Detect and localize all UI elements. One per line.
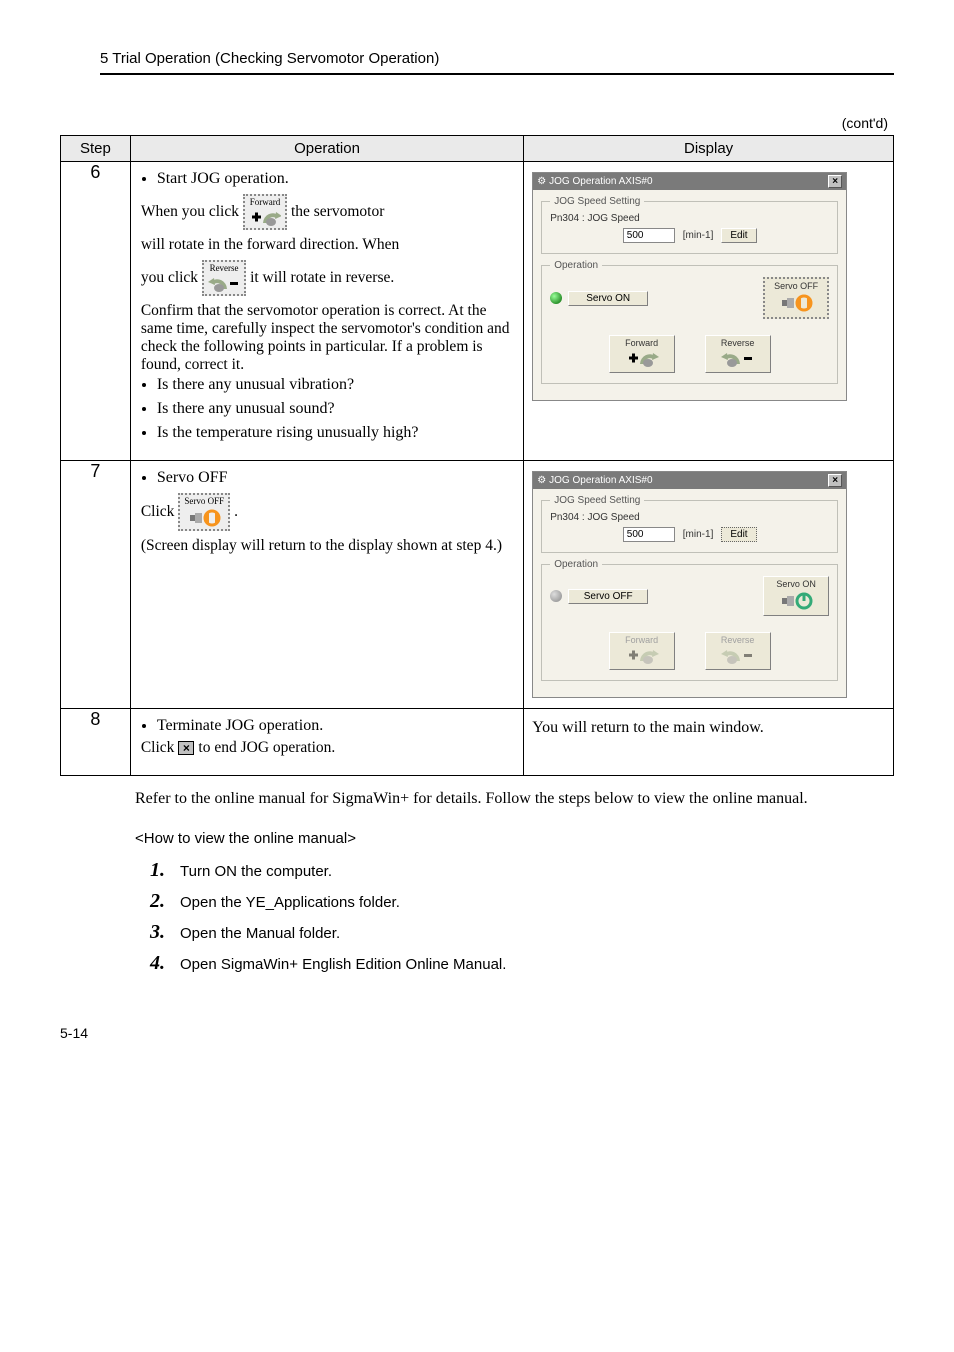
howto-step: Open the YE_Applications folder. [150,890,894,913]
text-fragment: to end JOG operation. [198,739,335,757]
text-fragment: When you click [141,203,239,221]
reverse-button[interactable]: Reverse [705,335,771,373]
op-bullet: Servo OFF [157,469,513,487]
chapter-header: 5 Trial Operation (Checking Servomotor O… [100,50,894,75]
window-title: JOG Operation AXIS#0 [549,176,652,187]
op-paragraph: Confirm that the servomotor operation is… [141,302,513,374]
operation-cell: Servo OFF Click Servo OFF . [130,461,523,709]
text-fragment: . [234,503,238,521]
forward-button-icon: Forward [243,194,287,230]
reverse-label: Reverse [710,635,766,645]
display-text: You will return to the main window. [524,709,894,776]
forward-label: Forward [614,338,670,348]
servo-status-button[interactable]: Servo ON [568,291,648,306]
howto-steps: Turn ON the computer. Open the YE_Applic… [150,859,894,975]
howto-step: Turn ON the computer. [150,859,894,882]
jog-speed-input[interactable] [623,527,675,542]
servo-on-label: Servo ON [768,579,824,589]
jog-window-servo-off: ⚙JOG Operation AXIS#0 × JOG Speed Settin… [532,471,847,698]
app-icon: ⚙ [537,176,546,187]
display-cell: ⚙JOG Operation AXIS#0 × JOG Speed Settin… [524,162,894,461]
edit-button[interactable]: Edit [721,228,756,243]
group-label: Operation [550,260,602,271]
step-text: Open SigmaWin+ English Edition Online Ma… [180,956,506,973]
text-fragment: Click [141,503,175,521]
servo-off-label: Servo OFF [184,497,224,506]
group-label: JOG Speed Setting [550,196,644,207]
step-number: 7 [61,461,131,709]
unit-label: [min-1] [683,230,714,241]
reverse-label: Reverse [710,338,766,348]
text-fragment: (Screen display will return to the displ… [141,537,513,555]
reverse-button-disabled: Reverse [705,632,771,670]
text-fragment: you click [141,269,198,287]
col-display: Display [524,136,894,162]
app-icon: ⚙ [537,475,546,486]
footer-paragraph: Refer to the online manual for SigmaWin+… [135,790,884,808]
reverse-button-icon: Reverse [202,260,246,296]
forward-label: Forward [614,635,670,645]
forward-label: Forward [249,198,281,207]
step-number: 6 [61,162,131,461]
close-icon[interactable]: × [828,474,842,487]
servo-off-label: Servo OFF [769,281,823,291]
reverse-label: Reverse [208,264,240,273]
close-icon[interactable]: × [828,175,842,188]
servo-on-button[interactable]: Servo ON [763,576,829,616]
step-number: 8 [61,709,131,776]
step-text: Open the Manual folder. [180,925,340,942]
param-label: Pn304 : JOG Speed [550,512,829,523]
text-fragment: the servomotor [291,203,384,221]
op-bullet: Start JOG operation. [157,170,513,188]
operation-table: Step Operation Display 6 Start JOG opera… [60,135,894,776]
howto-step: Open SigmaWin+ English Edition Online Ma… [150,952,894,975]
table-row: 8 Terminate JOG operation. Click to end … [61,709,894,776]
jog-window-servo-on: ⚙JOG Operation AXIS#0 × JOG Speed Settin… [532,172,847,401]
step-text: Open the YE_Applications folder. [180,894,400,911]
operation-cell: Start JOG operation. When you click Forw… [130,162,523,461]
howto-heading: <How to view the online manual> [135,830,894,847]
check-item: Is there any unusual sound? [157,400,513,418]
group-label: JOG Speed Setting [550,495,644,506]
op-bullet: Terminate JOG operation. [157,717,513,735]
table-row: 7 Servo OFF Click Servo OFF [61,461,894,709]
text-fragment: it will rotate in reverse. [250,269,394,287]
servo-off-button-icon: Servo OFF [178,493,230,531]
col-step: Step [61,136,131,162]
page-number: 5-14 [60,1025,894,1041]
unit-label: [min-1] [683,529,714,540]
servo-status-led-icon [550,292,562,304]
window-title: JOG Operation AXIS#0 [549,475,652,486]
group-label: Operation [550,559,602,570]
display-cell: ⚙JOG Operation AXIS#0 × JOG Speed Settin… [524,461,894,709]
servo-status-led-icon [550,590,562,602]
forward-button[interactable]: Forward [609,335,675,373]
continued-label: (cont'd) [60,115,894,131]
step-text: Turn ON the computer. [180,863,332,880]
close-icon[interactable] [178,741,194,755]
jog-speed-input[interactable] [623,228,675,243]
check-item: Is there any unusual vibration? [157,376,513,394]
table-row: 6 Start JOG operation. When you click Fo… [61,162,894,461]
operation-cell: Terminate JOG operation. Click to end JO… [130,709,523,776]
servo-status-button[interactable]: Servo OFF [568,589,648,604]
edit-button[interactable]: Edit [721,527,756,542]
servo-off-button[interactable]: Servo OFF [763,277,829,319]
howto-step: Open the Manual folder. [150,921,894,944]
check-item: Is the temperature rising unusually high… [157,424,513,442]
text-fragment: will rotate in the forward direction. Wh… [141,236,513,254]
col-operation: Operation [130,136,523,162]
param-label: Pn304 : JOG Speed [550,213,829,224]
forward-button-disabled: Forward [609,632,675,670]
text-fragment: Click [141,739,175,757]
